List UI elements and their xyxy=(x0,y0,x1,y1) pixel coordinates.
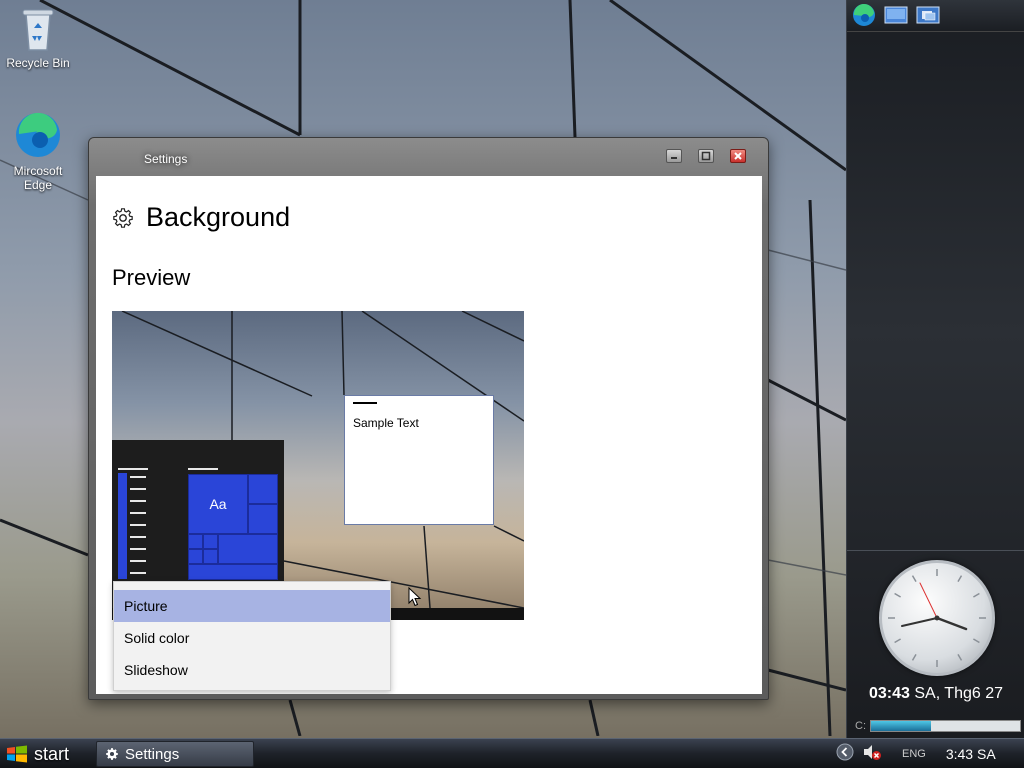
page-header: Background xyxy=(112,202,290,233)
dropdown-option-picture[interactable]: Picture xyxy=(114,590,390,622)
mouse-cursor-icon xyxy=(408,587,422,607)
volume-button[interactable] xyxy=(862,743,882,766)
minimize-icon xyxy=(671,157,677,159)
desktop-icon-label: Mircosoft Edge xyxy=(13,164,63,192)
edge-icon xyxy=(16,112,60,157)
windows-logo-icon xyxy=(7,745,27,763)
maximize-icon xyxy=(701,151,711,161)
edge-icon xyxy=(853,3,875,26)
preview-tile xyxy=(203,534,218,549)
desktop-icon xyxy=(884,6,908,24)
preview-sample-titlebar xyxy=(353,402,377,404)
page-title: Background xyxy=(146,202,291,232)
sidebar-date: SA, Thg6 27 xyxy=(909,685,1004,702)
analog-clock xyxy=(879,560,995,676)
taskbar-item-label: Settings xyxy=(125,745,180,763)
close-icon xyxy=(734,152,742,160)
taskbar-item-settings[interactable]: Settings xyxy=(96,741,254,767)
preview-tile xyxy=(248,474,278,504)
sidebar-date-time: 03:43 SA, Thg6 27 xyxy=(847,685,1024,703)
desktop-icon-edge[interactable]: Mircosoft Edge xyxy=(2,110,74,192)
background-type-dropdown[interactable]: Picture Solid color Slideshow xyxy=(113,581,391,691)
preview-tile xyxy=(218,534,278,564)
recycle-bin-icon xyxy=(22,9,54,51)
preview-sample-window: Sample Text xyxy=(344,395,494,525)
gear-icon xyxy=(113,207,133,228)
taskbar-clock[interactable]: 3:43 SA xyxy=(946,746,996,762)
drive-usage-fill xyxy=(871,721,931,731)
preview-tile-text: Aa xyxy=(209,496,227,512)
sidebar-window-switch-button[interactable] xyxy=(915,3,941,27)
dropdown-option-slideshow[interactable]: Slideshow xyxy=(114,654,390,686)
language-indicator[interactable]: ENG xyxy=(902,748,926,760)
preview-tile xyxy=(188,534,203,549)
dropdown-option-solid-color[interactable]: Solid color xyxy=(114,622,390,654)
window-titlebar[interactable]: Settings xyxy=(89,138,768,176)
window-controls xyxy=(666,149,746,163)
gear-icon xyxy=(106,748,118,760)
start-button[interactable]: start xyxy=(2,741,82,767)
preview-tile xyxy=(188,564,278,580)
settings-window: Settings Background Preview Aa Sample Te… xyxy=(88,137,769,700)
drive-meter: C: xyxy=(855,718,1021,734)
background-preview: Aa Sample Text xyxy=(112,311,524,620)
desktop-icon-recycle-bin[interactable]: Recycle Bin xyxy=(2,6,74,70)
sidebar-divider xyxy=(847,550,1024,551)
drive-usage-bar xyxy=(870,720,1021,732)
tray-expand-button[interactable] xyxy=(836,743,854,766)
speaker-muted-icon xyxy=(864,744,881,760)
maximize-button[interactable] xyxy=(698,149,714,163)
close-button[interactable] xyxy=(730,149,746,163)
start-label: start xyxy=(34,743,70,764)
section-title: Preview xyxy=(112,265,191,290)
window-switch-icon xyxy=(916,6,940,24)
minimize-button[interactable] xyxy=(666,149,682,163)
preview-sample-text: Sample Text xyxy=(353,416,419,430)
window-title: Settings xyxy=(144,152,188,166)
sidebar-time: 03:43 xyxy=(868,685,910,702)
drive-label: C: xyxy=(855,720,866,732)
taskbar: start Settings ENG 3:43 SA xyxy=(0,738,1024,768)
desktop-icon-label: Recycle Bin xyxy=(6,56,70,70)
chevron-left-icon xyxy=(836,743,854,760)
window-content: Background Preview Aa Sample Text Pictur… xyxy=(96,176,762,694)
sidebar: 03:43 SA, Thg6 27 C: xyxy=(846,0,1024,738)
sidebar-desktop-button[interactable] xyxy=(883,3,909,27)
preview-tile xyxy=(248,504,278,534)
sidebar-toolbar xyxy=(847,0,1024,32)
system-tray: ENG 3:43 SA xyxy=(832,741,1022,767)
sidebar-edge-button[interactable] xyxy=(851,3,877,27)
preview-tile xyxy=(203,549,218,564)
preview-tile xyxy=(188,549,203,564)
